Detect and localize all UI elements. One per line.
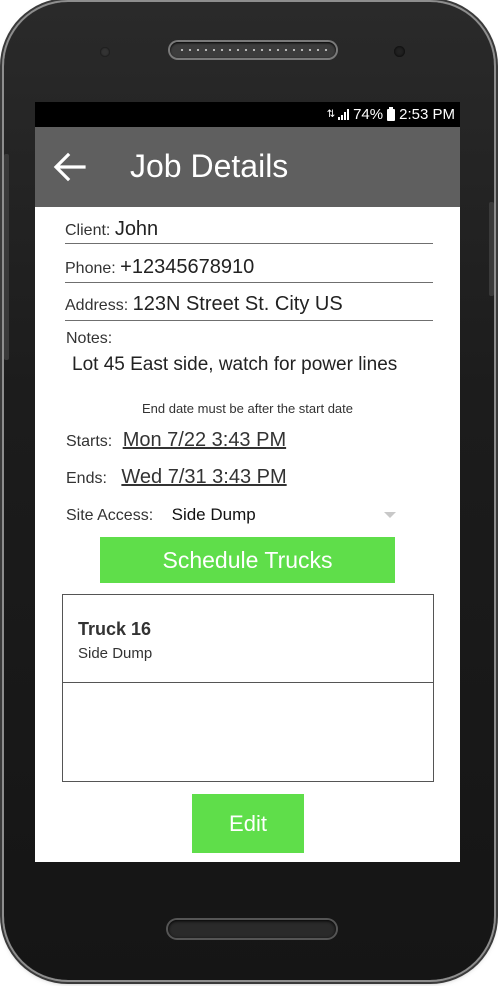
chevron-down-icon[interactable] <box>384 512 396 518</box>
list-item[interactable]: Truck 16 Side Dump <box>63 595 433 683</box>
truck-list: Truck 16 Side Dump <box>62 594 434 782</box>
signal-icon <box>338 109 350 120</box>
job-details-form: Client: John Phone: +12345678910 Address… <box>35 207 460 862</box>
date-warning: End date must be after the start date <box>141 401 353 416</box>
screen: ⇅ 74% 2:53 PM Job Details Client: John P… <box>35 102 460 862</box>
starts-row: Starts: Mon 7/22 3:43 PM <box>66 429 286 452</box>
ends-row: Ends: Wed 7/31 3:43 PM <box>66 466 287 489</box>
schedule-trucks-button[interactable]: Schedule Trucks <box>100 537 395 583</box>
notes-label: Notes: <box>66 330 113 347</box>
site-access-label: Site Access: <box>66 507 154 524</box>
volume-button <box>4 154 9 360</box>
address-value: 123N Street St. City US <box>132 293 343 315</box>
phone-value: +12345678910 <box>120 256 255 278</box>
phone-label: Phone: <box>65 260 116 277</box>
phone-field[interactable]: Phone: +12345678910 <box>65 256 433 283</box>
edit-button[interactable]: Edit <box>192 794 304 853</box>
client-label: Client: <box>65 222 111 239</box>
notes-text[interactable]: Lot 45 East side, watch for power lines <box>72 354 397 376</box>
ends-label: Ends: <box>66 470 107 487</box>
earpiece-speaker <box>170 42 336 58</box>
back-button[interactable] <box>49 147 89 187</box>
truck-type: Side Dump <box>78 645 153 662</box>
power-button <box>489 202 494 296</box>
status-indicators: ⇅ 74% 2:53 PM <box>327 106 455 123</box>
client-field[interactable]: Client: John <box>65 218 433 244</box>
battery-percent: 74% <box>353 106 384 123</box>
clock: 2:53 PM <box>399 106 455 123</box>
page-title: Job Details <box>130 148 289 184</box>
ends-date-picker[interactable]: Wed 7/31 3:43 PM <box>121 466 286 488</box>
app-bar: Job Details <box>35 127 460 207</box>
home-button[interactable] <box>168 920 336 938</box>
arrow-left-icon <box>53 152 86 182</box>
site-access-value: Side Dump <box>171 505 256 524</box>
address-field[interactable]: Address: 123N Street St. City US <box>65 293 433 321</box>
client-value: John <box>114 218 159 240</box>
truck-name: Truck 16 <box>78 619 152 639</box>
address-label: Address: <box>65 297 129 314</box>
site-access-select[interactable]: Site Access: Side Dump <box>66 505 396 525</box>
starts-label: Starts: <box>66 433 113 450</box>
front-camera <box>100 47 110 57</box>
proximity-sensor <box>394 46 405 57</box>
battery-icon <box>387 106 396 121</box>
sim-icon: ⇅ <box>326 109 335 120</box>
starts-date-picker[interactable]: Mon 7/22 3:43 PM <box>123 429 286 451</box>
status-bar: ⇅ 74% 2:53 PM <box>35 102 460 127</box>
